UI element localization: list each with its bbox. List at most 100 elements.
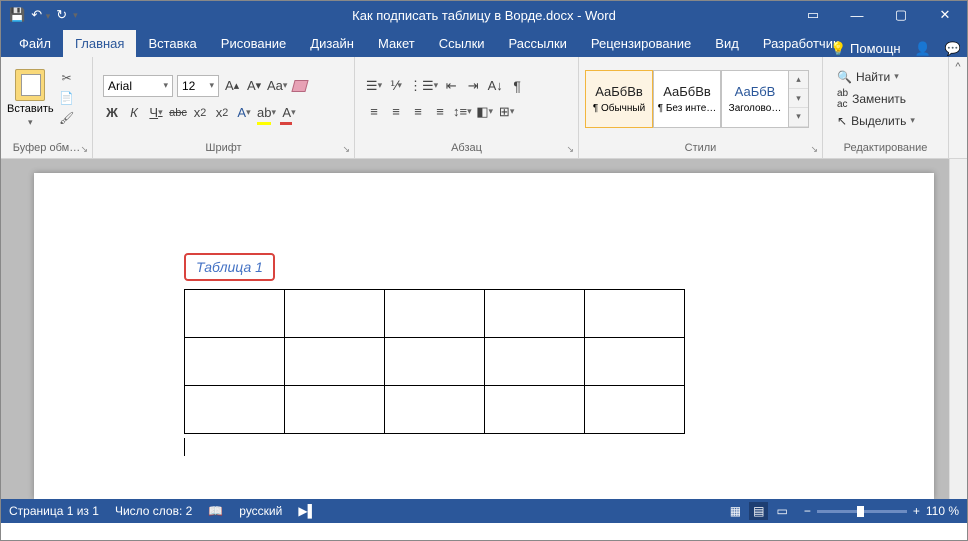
show-marks-icon[interactable]: ¶ [508,76,526,96]
vertical-scrollbar[interactable] [949,159,967,499]
redo-icon[interactable]: ↻ [56,7,67,23]
document-title: Как подписать таблицу в Ворде.docx - Wor… [352,8,616,23]
group-clipboard: Вставить ▾ ✂ 📄 🖌 Буфер обм…↘ [1,57,93,158]
tab-references[interactable]: Ссылки [427,30,497,57]
style-name: Заголово… [729,103,782,114]
spellcheck-icon[interactable]: 📖 [208,504,223,518]
text-effects-icon[interactable]: A▾ [235,103,253,123]
tell-me[interactable]: 💡 Помощн [830,41,900,57]
line-spacing-icon[interactable]: ↕≡▾ [453,102,472,122]
style-normal[interactable]: АаБбВв ¶ Обычный [585,70,653,128]
justify-icon[interactable]: ≡ [431,102,449,122]
decrease-indent-icon[interactable]: ⇤ [442,76,460,96]
ribbon-tabs: Файл Главная Вставка Рисование Дизайн Ма… [1,29,967,57]
subscript-button[interactable]: x2 [191,103,209,123]
tab-insert[interactable]: Вставка [136,30,208,57]
dialog-launcher-icon[interactable]: ↘ [566,144,574,155]
read-mode-icon[interactable]: ▦ [730,504,741,518]
grow-font-icon[interactable]: A▴ [223,76,241,96]
macro-icon[interactable]: ▶▌ [298,504,316,518]
style-heading1[interactable]: АаБбВ Заголово… [721,70,789,128]
document-table[interactable] [184,289,685,434]
font-color-icon[interactable]: A▾ [280,103,298,123]
clear-format-icon[interactable] [291,76,309,96]
tab-home[interactable]: Главная [63,30,136,57]
tab-review[interactable]: Рецензирование [579,30,703,57]
group-label-paragraph: Абзац↘ [355,140,578,158]
align-left-icon[interactable]: ≡ [365,102,383,122]
font-family-select[interactable]: Arial▾ [103,75,173,97]
paste-button[interactable]: Вставить ▾ [7,69,54,128]
copy-icon[interactable]: 📄 [58,91,76,107]
style-preview: АаБбВв [663,84,711,99]
numbering-icon[interactable]: ⅟▾ [387,76,405,96]
tab-layout[interactable]: Макет [366,30,427,57]
dialog-launcher-icon[interactable]: ↘ [810,144,818,155]
styles-down-icon[interactable]: ▾ [789,89,808,108]
shading-icon[interactable]: ◧▾ [476,102,494,122]
strikethrough-button[interactable]: abc [169,103,187,123]
increase-indent-icon[interactable]: ⇥ [464,76,482,96]
align-right-icon[interactable]: ≡ [409,102,427,122]
status-bar: Страница 1 из 1 Число слов: 2 📖 русский … [1,499,967,523]
ribbon: Вставить ▾ ✂ 📄 🖌 Буфер обм…↘ Arial▾ 12▾ … [1,57,967,159]
restore-button[interactable]: ▢ [879,1,923,29]
dialog-launcher-icon[interactable]: ↘ [80,144,88,155]
styles-up-icon[interactable]: ▴ [789,71,808,90]
replace-button[interactable]: abacЗаменить [837,88,915,110]
qat-more-icon[interactable]: ▾ [73,10,78,21]
zoom-slider[interactable] [817,510,907,513]
tab-file[interactable]: Файл [7,30,63,57]
status-page[interactable]: Страница 1 из 1 [9,504,99,518]
sort-icon[interactable]: A↓ [486,76,504,96]
save-icon[interactable]: 💾 [9,7,25,23]
change-case-icon[interactable]: Aa▾ [267,76,287,96]
table-row [185,386,685,434]
shrink-font-icon[interactable]: A▾ [245,76,263,96]
bullets-icon[interactable]: ☰▾ [365,76,383,96]
borders-icon[interactable]: ⊞▾ [498,102,516,122]
zoom-level[interactable]: 110 % [926,504,959,518]
undo-icon[interactable]: ↶ ▾ [31,7,50,23]
format-painter-icon[interactable]: 🖌 [58,111,76,127]
page[interactable]: Таблица 1 [34,173,934,499]
tab-design[interactable]: Дизайн [298,30,366,57]
collapse-ribbon-icon[interactable]: ^ [949,57,967,158]
chevron-down-icon: ▾ [28,117,33,128]
bold-button[interactable]: Ж [103,103,121,123]
find-button[interactable]: 🔍Найти ▾ [837,70,915,84]
web-layout-icon[interactable]: ▭ [776,504,787,518]
search-icon: 🔍 [837,70,852,84]
print-layout-icon[interactable]: ▤ [749,502,768,520]
underline-button[interactable]: Ч▾ [147,103,165,123]
select-button[interactable]: ↖Выделить▾ [837,114,915,128]
zoom-controls: − + 110 % [804,504,959,518]
style-no-spacing[interactable]: АаБбВв ¶ Без инте… [653,70,721,128]
cut-icon[interactable]: ✂ [58,71,76,87]
title-bar: 💾 ↶ ▾ ↻ ▾ Как подписать таблицу в Ворде.… [1,1,967,29]
zoom-in-button[interactable]: + [913,504,920,518]
dialog-launcher-icon[interactable]: ↘ [342,144,350,155]
align-center-icon[interactable]: ≡ [387,102,405,122]
styles-scroll: ▴ ▾ ▾ [789,70,809,128]
style-preview: АаБбВв [595,84,643,99]
minimize-button[interactable]: — [835,1,879,29]
font-size-select[interactable]: 12▾ [177,75,219,97]
status-language[interactable]: русский [239,504,282,518]
paste-label: Вставить [7,103,54,115]
ribbon-options-icon[interactable]: ▭ [791,1,835,29]
zoom-out-button[interactable]: − [804,504,811,518]
highlight-icon[interactable]: ab▾ [257,103,276,123]
table-caption[interactable]: Таблица 1 [184,253,275,281]
italic-button[interactable]: К [125,103,143,123]
tab-mailings[interactable]: Рассылки [497,30,579,57]
close-button[interactable]: ✕ [923,1,967,29]
share-icon[interactable]: 👤 [915,41,931,57]
status-word-count[interactable]: Число слов: 2 [115,504,192,518]
tab-view[interactable]: Вид [703,30,751,57]
tab-draw[interactable]: Рисование [209,30,298,57]
multilevel-list-icon[interactable]: ⋮☰▾ [409,76,438,96]
superscript-button[interactable]: x2 [213,103,231,123]
comments-icon[interactable]: 💬 [945,41,961,57]
styles-more-icon[interactable]: ▾ [789,108,808,127]
